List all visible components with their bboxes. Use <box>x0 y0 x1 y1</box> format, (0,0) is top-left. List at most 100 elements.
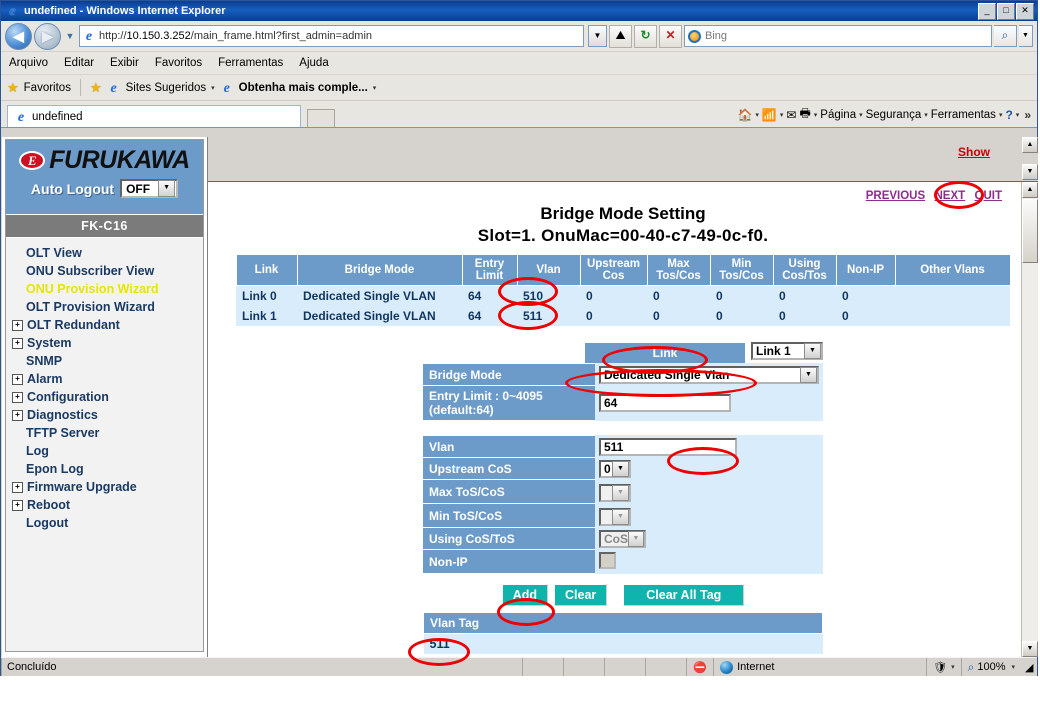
page-caret-icon[interactable]: ▾ <box>859 111 863 119</box>
vlan-input[interactable]: 511 <box>599 437 737 456</box>
scroll-up-icon[interactable]: ▲ <box>1022 182 1038 198</box>
sidebar-item-log[interactable]: Log <box>12 442 203 460</box>
tools-caret-icon[interactable]: ▾ <box>999 111 1003 119</box>
maximize-button[interactable]: □ <box>997 2 1015 20</box>
page-menu[interactable]: Página <box>820 109 856 121</box>
blocked-content-icon[interactable]: ⛔ <box>686 658 713 676</box>
bridge-mode-select[interactable]: Dedicated Single Vlan ▼ <box>599 365 819 384</box>
zoom-control[interactable]: ⌕ 100% ▾ <box>960 658 1021 676</box>
protected-caret-icon[interactable]: ▾ <box>951 663 955 671</box>
close-button[interactable]: ✕ <box>1016 2 1034 20</box>
sidebar-item-olt-redundant[interactable]: + OLT Redundant <box>12 316 203 334</box>
max-tos-select[interactable]: ▼ <box>599 483 631 502</box>
security-caret-icon[interactable]: ▾ <box>924 111 928 119</box>
protected-mode-indicator[interactable]: 🛡 ▾ <box>926 658 960 676</box>
stop-icon[interactable]: ✕ <box>659 24 682 48</box>
sidebar-item-olt-view[interactable]: OLT View <box>12 244 203 262</box>
expand-plus-icon[interactable]: + <box>12 319 23 331</box>
expand-plus-icon[interactable]: + <box>12 499 23 511</box>
resize-grip-icon[interactable]: ◢ <box>1025 661 1037 674</box>
get-more-addons-caret-icon[interactable]: ▾ <box>373 84 377 92</box>
search-go-icon[interactable]: ⌕ <box>994 25 1017 47</box>
menu-exibir[interactable]: Exibir <box>110 57 139 69</box>
sidebar-item-snmp[interactable]: SNMP <box>12 352 203 370</box>
sidebar-item-alarm[interactable]: + Alarm <box>12 370 203 388</box>
zoom-caret-icon[interactable]: ▾ <box>1011 663 1015 671</box>
sidebar-item-reboot[interactable]: + Reboot <box>12 496 203 514</box>
feeds-caret-icon[interactable]: ▾ <box>780 111 784 119</box>
overflow-chevron-icon[interactable]: » <box>1022 108 1033 122</box>
link-select[interactable]: Link 1 ▼ <box>751 342 823 360</box>
scrollbar-thumb[interactable] <box>1022 199 1038 263</box>
security-zone[interactable]: Internet <box>713 658 926 676</box>
main-frame: Show ▲ ▼ PREVIOUS NEXT QUIT Bridge Mode … <box>208 137 1038 657</box>
history-dropdown-icon[interactable]: ▼ <box>63 31 77 41</box>
suggested-sites-label[interactable]: Sites Sugeridos <box>126 82 207 94</box>
sidebar-item-configuration[interactable]: + Configuration <box>12 388 203 406</box>
compatibility-view-icon[interactable]: ⛰ <box>609 24 632 48</box>
security-menu[interactable]: Segurança <box>866 109 922 121</box>
print-caret-icon[interactable]: ▾ <box>814 111 818 119</box>
add-button[interactable]: Add <box>501 584 548 606</box>
clear-button[interactable]: Clear <box>554 584 608 606</box>
sidebar-item-epon-log[interactable]: Epon Log <box>12 460 203 478</box>
content-scrollbar[interactable]: ▲ ▼ <box>1021 182 1038 657</box>
expand-plus-icon[interactable]: + <box>12 481 23 493</box>
search-provider-caret-icon[interactable]: ▼ <box>1019 25 1033 47</box>
sidebar-item-logout[interactable]: Logout <box>12 514 203 532</box>
get-more-addons-label[interactable]: Obtenha mais comple... <box>239 82 368 94</box>
sidebar-item-system[interactable]: + System <box>12 334 203 352</box>
scroll-up-icon[interactable]: ▲ <box>1022 137 1038 153</box>
clear-all-tag-button[interactable]: Clear All Tag <box>623 584 745 606</box>
next-link[interactable]: NEXT <box>935 190 966 202</box>
search-input[interactable]: Bing <box>684 25 992 47</box>
new-tab-button[interactable] <box>307 109 335 127</box>
previous-link[interactable]: PREVIOUS <box>866 190 925 202</box>
top-strip-scrollbar[interactable]: ▲ ▼ <box>1022 137 1038 180</box>
print-icon[interactable]: 🖶 <box>799 104 810 125</box>
back-button[interactable]: ◀ <box>5 22 32 50</box>
mail-icon[interactable]: ✉ <box>786 108 796 122</box>
show-link[interactable]: Show <box>958 145 990 159</box>
min-tos-select[interactable]: ▼ <box>599 507 631 526</box>
add-to-favorites-icon[interactable]: ★ <box>90 80 102 96</box>
menu-ferramentas[interactable]: Ferramentas <box>218 57 283 69</box>
tab-undefined[interactable]: e undefined <box>7 105 301 127</box>
expand-plus-icon[interactable]: + <box>12 391 23 403</box>
expand-plus-icon[interactable]: + <box>12 337 23 349</box>
auto-logout-select[interactable]: OFF ▼ <box>120 179 179 198</box>
favorites-label[interactable]: Favoritos <box>24 82 71 94</box>
menu-favoritos[interactable]: Favoritos <box>155 57 202 69</box>
upstream-cos-select[interactable]: 0 ▼ <box>599 459 631 478</box>
sidebar-item-tftp-server[interactable]: TFTP Server <box>12 424 203 442</box>
home-icon[interactable]: 🏠 <box>737 108 752 122</box>
scroll-down-icon[interactable]: ▼ <box>1022 164 1038 180</box>
scroll-down-icon[interactable]: ▼ <box>1022 641 1038 657</box>
sidebar-item-firmware-upgrade[interactable]: + Firmware Upgrade <box>12 478 203 496</box>
entry-limit-input[interactable]: 64 <box>599 394 731 412</box>
suggested-sites-caret-icon[interactable]: ▾ <box>211 84 215 92</box>
help-icon[interactable]: ? <box>1005 108 1012 122</box>
expand-plus-icon[interactable]: + <box>12 373 23 385</box>
address-bar[interactable]: e http://10.150.3.252/main_frame.html?fi… <box>79 25 584 47</box>
sidebar-item-onu-subscriber-view[interactable]: ONU Subscriber View <box>12 262 203 280</box>
menu-arquivo[interactable]: Arquivo <box>9 57 48 69</box>
forward-button[interactable]: ▶ <box>34 22 61 50</box>
menu-editar[interactable]: Editar <box>64 57 94 69</box>
help-caret-icon[interactable]: ▾ <box>1016 111 1020 119</box>
tools-menu[interactable]: Ferramentas <box>931 109 996 121</box>
menu-ajuda[interactable]: Ajuda <box>299 57 328 69</box>
refresh-icon[interactable]: ↻ <box>634 24 657 48</box>
non-ip-checkbox[interactable] <box>599 551 616 569</box>
favorites-star-icon[interactable]: ★ <box>7 80 19 96</box>
sidebar-item-diagnostics[interactable]: + Diagnostics <box>12 406 203 424</box>
feeds-icon[interactable]: 📶 <box>762 108 777 122</box>
quit-link[interactable]: QUIT <box>975 190 1002 202</box>
expand-plus-icon[interactable]: + <box>12 409 23 421</box>
minimize-button[interactable]: _ <box>978 2 996 20</box>
home-caret-icon[interactable]: ▾ <box>755 111 759 119</box>
sidebar-item-olt-provision-wizard[interactable]: OLT Provision Wizard <box>12 298 203 316</box>
address-dropdown-icon[interactable]: ▼ <box>588 25 607 47</box>
using-cos-select[interactable]: CoS ▼ <box>599 529 646 548</box>
sidebar-item-onu-provision-wizard[interactable]: ONU Provision Wizard <box>12 280 203 298</box>
